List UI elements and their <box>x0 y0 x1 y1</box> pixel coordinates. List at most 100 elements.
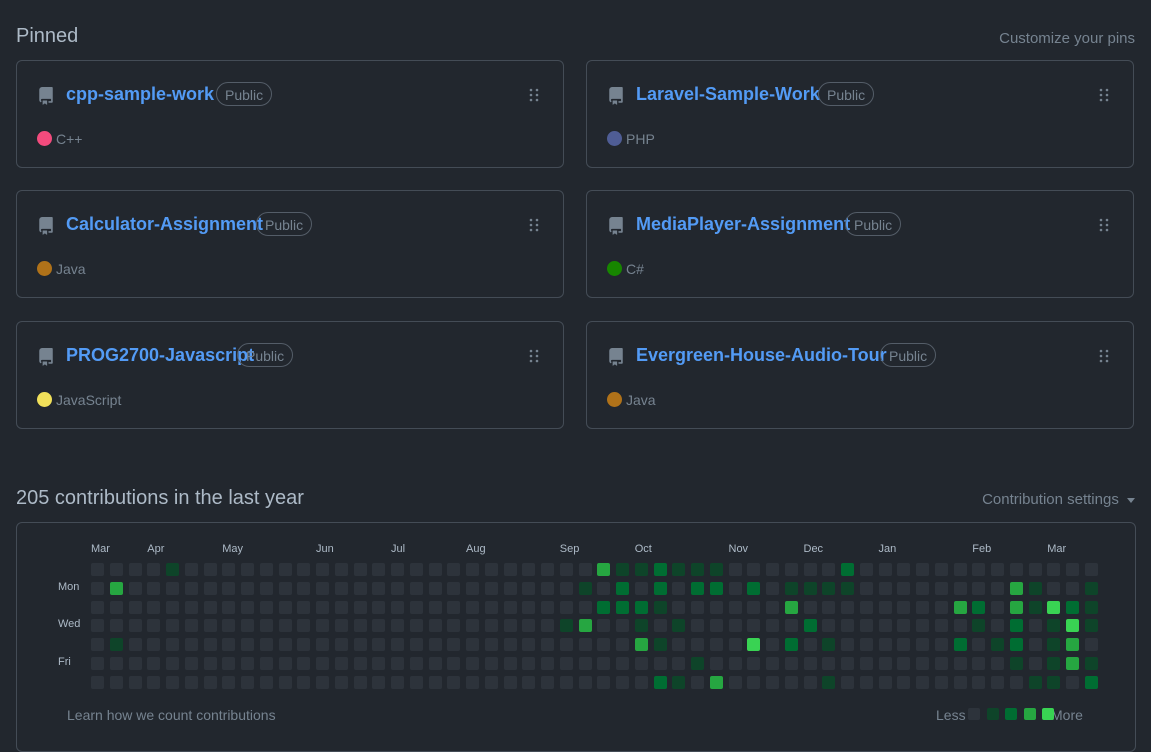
contribution-day-cell[interactable] <box>334 656 348 670</box>
contribution-day-cell[interactable] <box>597 638 611 651</box>
contribution-day-cell[interactable] <box>972 619 986 633</box>
contribution-day-cell[interactable] <box>466 656 479 670</box>
contribution-day-cell[interactable] <box>841 600 854 614</box>
contribution-day-cell[interactable] <box>728 619 742 633</box>
contribution-day-cell[interactable] <box>1084 619 1098 633</box>
contribution-day-cell[interactable] <box>1084 656 1098 670</box>
contribution-day-cell[interactable] <box>578 675 592 689</box>
contribution-day-cell[interactable] <box>184 656 198 670</box>
contribution-day-cell[interactable] <box>409 656 423 670</box>
contribution-day-cell[interactable] <box>222 675 236 689</box>
contribution-day-cell[interactable] <box>559 619 573 633</box>
contribution-day-cell[interactable] <box>184 563 198 576</box>
contribution-day-cell[interactable] <box>747 600 761 614</box>
contribution-day-cell[interactable] <box>822 581 836 595</box>
contribution-day-cell[interactable] <box>766 656 779 670</box>
contribution-day-cell[interactable] <box>466 619 479 633</box>
contribution-day-cell[interactable] <box>991 600 1004 614</box>
contribution-day-cell[interactable] <box>447 619 461 633</box>
contribution-day-cell[interactable] <box>316 619 329 633</box>
contribution-day-cell[interactable] <box>841 563 854 576</box>
contribution-day-cell[interactable] <box>428 638 442 651</box>
contribution-day-cell[interactable] <box>372 581 386 595</box>
contribution-day-cell[interactable] <box>766 563 779 576</box>
contribution-day-cell[interactable] <box>991 619 1004 633</box>
contribution-day-cell[interactable] <box>541 619 554 633</box>
contribution-day-cell[interactable] <box>466 675 479 689</box>
contribution-day-cell[interactable] <box>1028 563 1042 576</box>
contribution-day-cell[interactable] <box>259 675 273 689</box>
contribution-day-cell[interactable] <box>203 600 217 614</box>
contribution-day-cell[interactable] <box>297 638 311 651</box>
contribution-day-cell[interactable] <box>91 675 104 689</box>
contribution-day-cell[interactable] <box>428 581 442 595</box>
contribution-day-cell[interactable] <box>1084 581 1098 595</box>
contribution-day-cell[interactable] <box>559 581 573 595</box>
contribution-day-cell[interactable] <box>428 619 442 633</box>
contribution-day-cell[interactable] <box>653 675 667 689</box>
contribution-day-cell[interactable] <box>391 638 404 651</box>
contribution-day-cell[interactable] <box>484 675 498 689</box>
contribution-day-cell[interactable] <box>372 638 386 651</box>
contribution-day-cell[interactable] <box>578 656 592 670</box>
contribution-day-cell[interactable] <box>147 656 161 670</box>
contribution-day-cell[interactable] <box>372 619 386 633</box>
contribution-day-cell[interactable] <box>522 600 536 614</box>
contribution-day-cell[interactable] <box>578 600 592 614</box>
contribution-day-cell[interactable] <box>859 619 873 633</box>
contribution-day-cell[interactable] <box>278 656 292 670</box>
contribution-day-cell[interactable] <box>166 638 179 651</box>
contribution-day-cell[interactable] <box>578 619 592 633</box>
contribution-day-cell[interactable] <box>616 619 629 633</box>
contribution-day-cell[interactable] <box>691 656 704 670</box>
contribution-day-cell[interactable] <box>447 638 461 651</box>
contribution-day-cell[interactable] <box>766 600 779 614</box>
contribution-day-cell[interactable] <box>1028 619 1042 633</box>
contribution-day-cell[interactable] <box>803 600 817 614</box>
contribution-day-cell[interactable] <box>541 638 554 651</box>
contribution-day-cell[interactable] <box>897 675 911 689</box>
contribution-day-cell[interactable] <box>1047 638 1061 651</box>
contribution-day-cell[interactable] <box>1047 600 1061 614</box>
contribution-day-cell[interactable] <box>878 638 892 651</box>
contribution-day-cell[interactable] <box>297 675 311 689</box>
contribution-day-cell[interactable] <box>672 656 686 670</box>
contribution-day-cell[interactable] <box>466 600 479 614</box>
contribution-day-cell[interactable] <box>616 600 629 614</box>
contribution-day-cell[interactable] <box>203 581 217 595</box>
contribution-day-cell[interactable] <box>672 581 686 595</box>
contribution-day-cell[interactable] <box>878 619 892 633</box>
contribution-day-cell[interactable] <box>428 563 442 576</box>
contribution-day-cell[interactable] <box>391 563 404 576</box>
contribution-day-cell[interactable] <box>334 563 348 576</box>
contribution-day-cell[interactable] <box>1084 600 1098 614</box>
contribution-day-cell[interactable] <box>897 581 911 595</box>
contribution-day-cell[interactable] <box>1009 619 1023 633</box>
contribution-day-cell[interactable] <box>766 638 779 651</box>
contribution-day-cell[interactable] <box>353 656 367 670</box>
contribution-day-cell[interactable] <box>934 563 948 576</box>
contribution-day-cell[interactable] <box>353 619 367 633</box>
contribution-day-cell[interactable] <box>559 563 573 576</box>
contribution-day-cell[interactable] <box>616 581 629 595</box>
contribution-day-cell[interactable] <box>1028 656 1042 670</box>
contribution-day-cell[interactable] <box>316 638 329 651</box>
contribution-day-cell[interactable] <box>203 638 217 651</box>
contribution-day-cell[interactable] <box>822 619 836 633</box>
contribution-day-cell[interactable] <box>484 581 498 595</box>
contribution-day-cell[interactable] <box>109 563 123 576</box>
contribution-day-cell[interactable] <box>241 581 254 595</box>
contribution-day-cell[interactable] <box>859 581 873 595</box>
contribution-day-cell[interactable] <box>1047 563 1061 576</box>
contribution-day-cell[interactable] <box>147 638 161 651</box>
contribution-day-cell[interactable] <box>1084 638 1098 651</box>
contribution-day-cell[interactable] <box>503 675 517 689</box>
contribution-day-cell[interactable] <box>297 581 311 595</box>
contribution-day-cell[interactable] <box>597 675 611 689</box>
contribution-day-cell[interactable] <box>972 675 986 689</box>
contribution-day-cell[interactable] <box>503 619 517 633</box>
contribution-day-cell[interactable] <box>372 563 386 576</box>
contribution-day-cell[interactable] <box>278 600 292 614</box>
contribution-day-cell[interactable] <box>166 581 179 595</box>
contribution-day-cell[interactable] <box>972 600 986 614</box>
